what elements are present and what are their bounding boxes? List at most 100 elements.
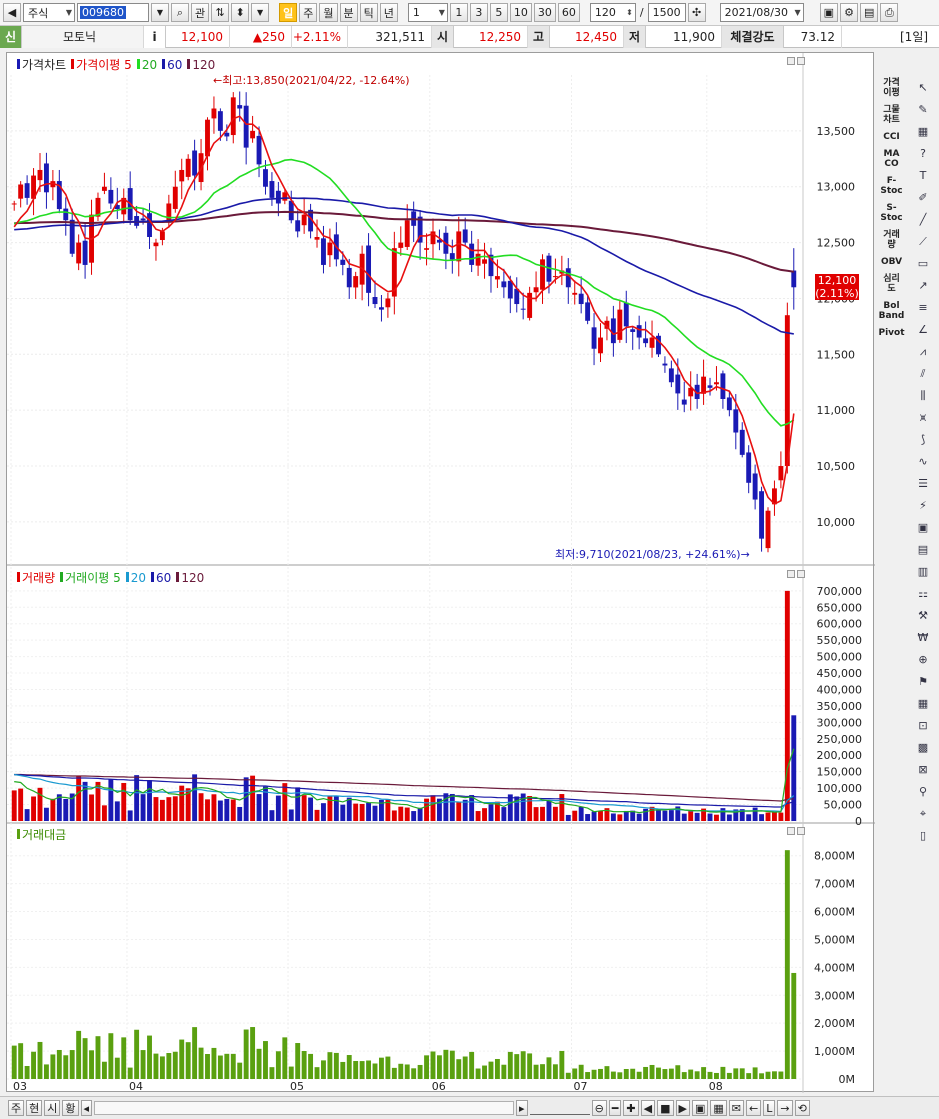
cycle-icon[interactable]: ⫼ bbox=[914, 386, 933, 405]
zoom-slider[interactable] bbox=[529, 1101, 590, 1115]
indicator-item[interactable]: 그물 차트 bbox=[877, 105, 906, 125]
total-count-field[interactable]: 1500 bbox=[647, 3, 686, 22]
info-button[interactable]: i bbox=[144, 25, 166, 48]
period-tab-week[interactable]: 주 bbox=[299, 3, 318, 22]
minimize-icon[interactable] bbox=[787, 57, 795, 65]
indicator-item[interactable]: Bol Band bbox=[877, 301, 906, 321]
bottom-tab-ju[interactable]: 주 bbox=[8, 1100, 25, 1116]
back-button[interactable]: ← bbox=[746, 1100, 762, 1116]
save-button[interactable]: ▤ bbox=[860, 3, 879, 22]
curve-icon[interactable]: ∿ bbox=[914, 452, 933, 471]
layout-button[interactable]: ▦ bbox=[710, 1100, 727, 1116]
reset-button[interactable]: ⟲ bbox=[794, 1100, 810, 1116]
forward-button[interactable]: → bbox=[777, 1100, 793, 1116]
interval-select[interactable]: 1 ▼ bbox=[407, 3, 448, 22]
date-select[interactable]: 2021/08/30 ▼ bbox=[719, 3, 804, 22]
bar-chart-icon[interactable]: ▥ bbox=[914, 562, 933, 581]
interval-60-button[interactable]: 60 bbox=[557, 3, 580, 22]
table-icon[interactable]: ▦ bbox=[914, 694, 933, 713]
spin-button[interactable]: ⬍ bbox=[231, 3, 250, 22]
line-mode-button[interactable]: L bbox=[763, 1100, 776, 1116]
rectangle-icon[interactable]: ▭ bbox=[914, 254, 933, 273]
period-tab-day[interactable]: 일 bbox=[279, 3, 298, 22]
grid-icon[interactable]: ▩ bbox=[914, 738, 933, 757]
refresh-button[interactable]: ✣ bbox=[687, 3, 706, 22]
indicator-item[interactable]: S- Stoc bbox=[877, 203, 906, 223]
screen-icon[interactable]: ▣ bbox=[914, 518, 933, 537]
period-tab-year[interactable]: 년 bbox=[379, 3, 398, 22]
interval-5-button[interactable]: 5 bbox=[489, 3, 508, 22]
close-icon[interactable] bbox=[797, 827, 805, 835]
excel-icon[interactable]: ⊠ bbox=[914, 760, 933, 779]
bottom-tab-si[interactable]: 시 bbox=[44, 1100, 61, 1116]
indicator-item[interactable]: MA CO bbox=[877, 149, 906, 169]
prev-button-bottom[interactable]: ◀ bbox=[640, 1100, 656, 1116]
search-button[interactable]: ⌕ bbox=[171, 3, 189, 22]
link-button[interactable]: ⇅ bbox=[211, 3, 230, 22]
arrow-icon[interactable]: ↗ bbox=[914, 276, 933, 295]
chart-area[interactable]: 10,00010,50011,00011,50012,00012,50013,0… bbox=[6, 52, 875, 1093]
cursor-icon[interactable]: ↖ bbox=[914, 78, 933, 97]
period-tab-month[interactable]: 월 bbox=[319, 3, 338, 22]
fibonacci-icon[interactable]: ≡ bbox=[914, 298, 933, 317]
interval-1-button[interactable]: 1 bbox=[449, 3, 468, 22]
pen-icon[interactable]: ✐ bbox=[914, 188, 933, 207]
kwan-button[interactable]: 관 bbox=[191, 3, 210, 22]
code-dropdown-button[interactable]: ▼ bbox=[151, 3, 169, 22]
scroll-right-button[interactable]: ▸ bbox=[516, 1100, 528, 1116]
credit-badge[interactable]: 신 bbox=[0, 25, 22, 48]
channel-icon[interactable]: ⫽ bbox=[914, 364, 933, 383]
fan-icon[interactable]: ⩘ bbox=[914, 342, 933, 361]
settings-button[interactable]: ⚙ bbox=[840, 3, 858, 22]
indicator-item[interactable]: F- Stoc bbox=[877, 176, 906, 196]
minimize-icon[interactable] bbox=[787, 827, 795, 835]
period-tab-tick[interactable]: 틱 bbox=[359, 3, 378, 22]
clipboard-icon[interactable]: ▯ bbox=[914, 826, 933, 845]
close-icon[interactable] bbox=[797, 57, 805, 65]
minus-button[interactable]: ━ bbox=[608, 1100, 622, 1116]
text-icon[interactable]: T bbox=[914, 166, 933, 185]
bottom-tab-hwang[interactable]: 황 bbox=[62, 1100, 79, 1116]
all-icon[interactable]: ▦ bbox=[914, 122, 933, 141]
stock-code-input[interactable]: 009680 bbox=[77, 3, 149, 22]
compare-icon[interactable]: ⚏ bbox=[914, 584, 933, 603]
document-icon[interactable]: ▤ bbox=[914, 540, 933, 559]
bottom-tab-hyun[interactable]: 현 bbox=[26, 1100, 43, 1116]
interval-3-button[interactable]: 3 bbox=[469, 3, 488, 22]
count-stepper[interactable]: 120 ⬍ bbox=[589, 3, 636, 22]
line-icon[interactable]: ╱ bbox=[914, 210, 933, 229]
gann-icon[interactable]: ∠ bbox=[914, 320, 933, 339]
levels-icon[interactable]: ☰ bbox=[914, 474, 933, 493]
zoom-out-button[interactable]: ⊖ bbox=[591, 1100, 607, 1116]
price-panel-window-buttons[interactable] bbox=[787, 57, 805, 65]
screenshot-button[interactable]: ▣ bbox=[691, 1100, 709, 1116]
eraser-icon[interactable]: ✎ bbox=[914, 100, 933, 119]
scroll-left-button[interactable]: ◂ bbox=[80, 1100, 93, 1116]
magnifier-icon[interactable]: ⚲ bbox=[914, 782, 933, 801]
indicator-item[interactable]: OBV bbox=[877, 257, 906, 267]
horizontal-scrollbar[interactable] bbox=[94, 1101, 515, 1115]
auto-icon[interactable]: ⚡ bbox=[914, 496, 933, 515]
zigzag-icon[interactable]: ⟆ bbox=[914, 430, 933, 449]
interval-10-button[interactable]: 10 bbox=[509, 3, 532, 22]
interval-30-button[interactable]: 30 bbox=[533, 3, 556, 22]
more-button[interactable]: ▼ bbox=[251, 3, 270, 22]
search-doc-icon[interactable]: ⊡ bbox=[914, 716, 933, 735]
trendline-icon[interactable]: ⟋ bbox=[914, 232, 933, 251]
print-button[interactable]: ⎙ bbox=[880, 3, 899, 22]
market-select[interactable]: 주식 ▼ bbox=[23, 3, 75, 22]
zoom-in-icon[interactable]: ⊕ bbox=[914, 650, 933, 669]
period-tab-minute[interactable]: 분 bbox=[339, 3, 358, 22]
stop-button[interactable]: ■ bbox=[657, 1100, 674, 1116]
mail-button[interactable]: ✉ bbox=[728, 1100, 744, 1116]
prev-button[interactable]: ◀ bbox=[3, 3, 21, 22]
minimize-icon[interactable] bbox=[787, 570, 795, 578]
tag-icon[interactable]: ⚑ bbox=[914, 672, 933, 691]
price-icon[interactable]: ₩ bbox=[914, 628, 933, 647]
indicator-item[interactable]: CCI bbox=[877, 132, 906, 142]
indicator-item[interactable]: 거래 량 bbox=[877, 230, 906, 250]
indicator-item[interactable]: Pivot bbox=[877, 328, 906, 338]
help-icon[interactable]: ? bbox=[914, 144, 933, 163]
close-icon[interactable] bbox=[797, 570, 805, 578]
crosshair-icon[interactable]: ⌖ bbox=[914, 804, 933, 823]
